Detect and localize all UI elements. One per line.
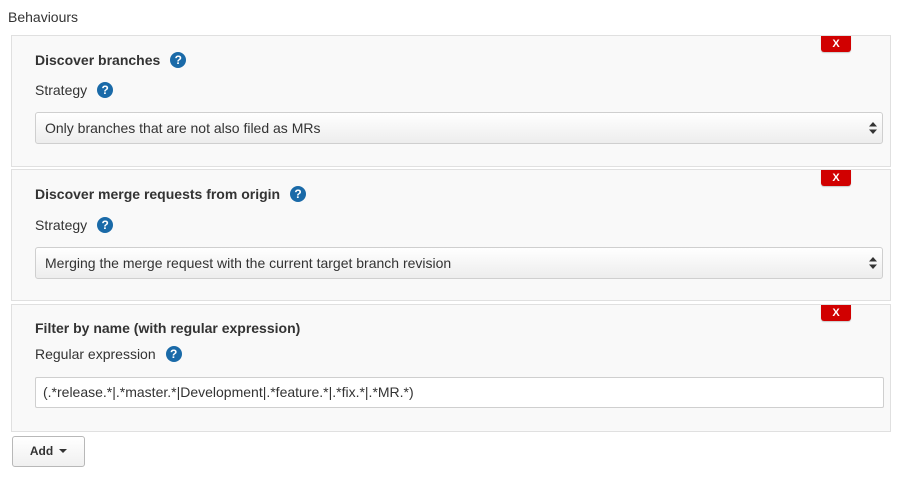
add-behaviour-button[interactable]: Add	[12, 436, 85, 467]
behaviour-filter-by-name: X Filter by name (with regular expressio…	[11, 304, 891, 432]
help-icon[interactable]: ?	[97, 217, 114, 234]
field-label: Regular expression?	[35, 346, 182, 363]
help-icon[interactable]: ?	[97, 82, 114, 99]
strategy-label: Strategy	[35, 82, 88, 98]
panel-title: Filter by name (with regular expression)	[35, 320, 300, 336]
select-arrows-icon	[869, 257, 877, 269]
help-icon[interactable]: ?	[290, 186, 307, 203]
strategy-select[interactable]: Merging the merge request with the curre…	[35, 247, 883, 279]
delete-button[interactable]: X	[821, 305, 851, 321]
regex-label: Regular expression	[35, 346, 156, 362]
panel-title-text: Discover branches	[35, 52, 161, 68]
strategy-select-value: Only branches that are not also filed as…	[45, 120, 321, 136]
help-icon[interactable]: ?	[165, 346, 182, 363]
caret-down-icon	[59, 448, 68, 453]
strategy-label: Strategy	[35, 217, 88, 233]
delete-button[interactable]: X	[821, 170, 851, 186]
help-icon[interactable]: ?	[170, 52, 187, 69]
behaviour-discover-branches: X Discover branches? Strategy? Only bran…	[11, 35, 891, 167]
behaviour-discover-merge-requests: X Discover merge requests from origin? S…	[11, 169, 891, 301]
field-label: Strategy?	[35, 217, 114, 234]
panel-title: Discover branches?	[35, 52, 187, 69]
select-arrows-icon	[869, 122, 877, 134]
strategy-select[interactable]: Only branches that are not also filed as…	[35, 112, 883, 144]
section-title: Behaviours	[8, 9, 79, 25]
panel-title-text: Filter by name (with regular expression)	[35, 320, 301, 336]
panel-title-text: Discover merge requests from origin	[35, 186, 281, 202]
delete-button[interactable]: X	[821, 36, 851, 52]
regex-input[interactable]: (.*release.*|.*master.*|Development|.*fe…	[35, 377, 884, 408]
strategy-select-value: Merging the merge request with the curre…	[45, 255, 452, 271]
field-label: Strategy?	[35, 82, 114, 99]
regex-input-value: (.*release.*|.*master.*|Development|.*fe…	[43, 384, 414, 400]
panel-title: Discover merge requests from origin?	[35, 186, 307, 203]
add-button-label: Add	[29, 444, 54, 458]
